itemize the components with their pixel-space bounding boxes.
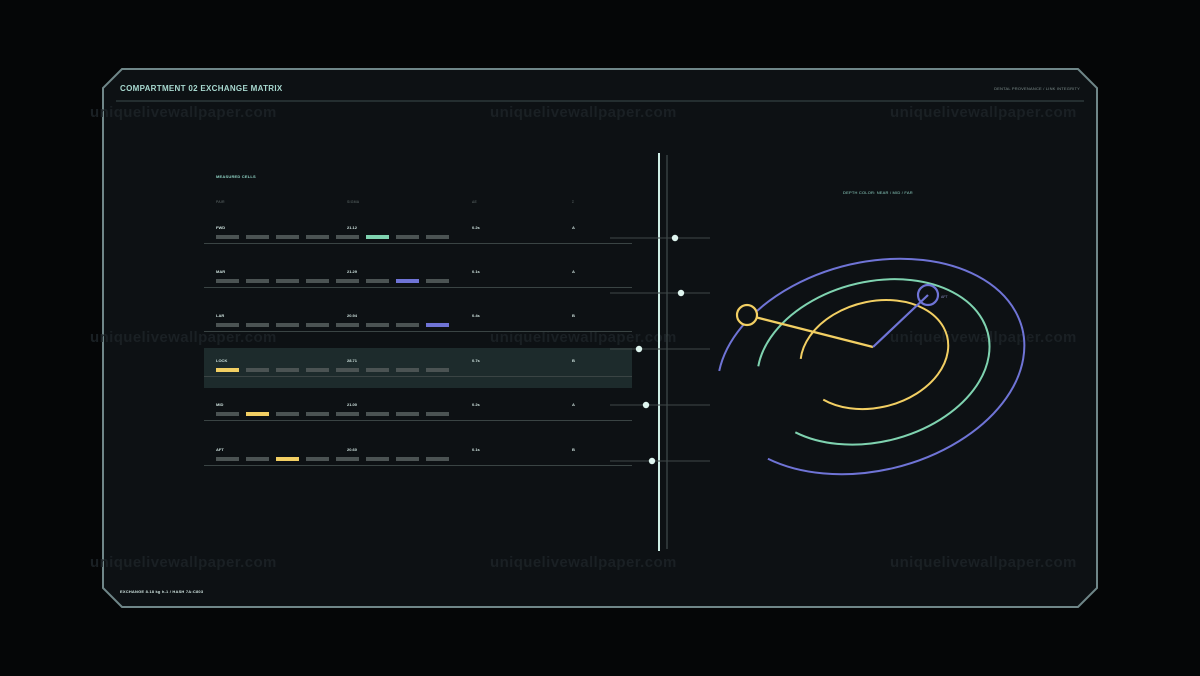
far-orbit (718, 257, 1026, 476)
far-vector (872, 294, 929, 348)
near-orbit (799, 299, 950, 411)
near-vector (746, 313, 874, 349)
footer-status: EXCHANGE 8.18 kg h-1 / HASH 7A:C803 (120, 589, 204, 594)
orbit-radar (718, 257, 1026, 476)
near-marker (735, 303, 759, 327)
marker-label: AFT (941, 295, 948, 299)
